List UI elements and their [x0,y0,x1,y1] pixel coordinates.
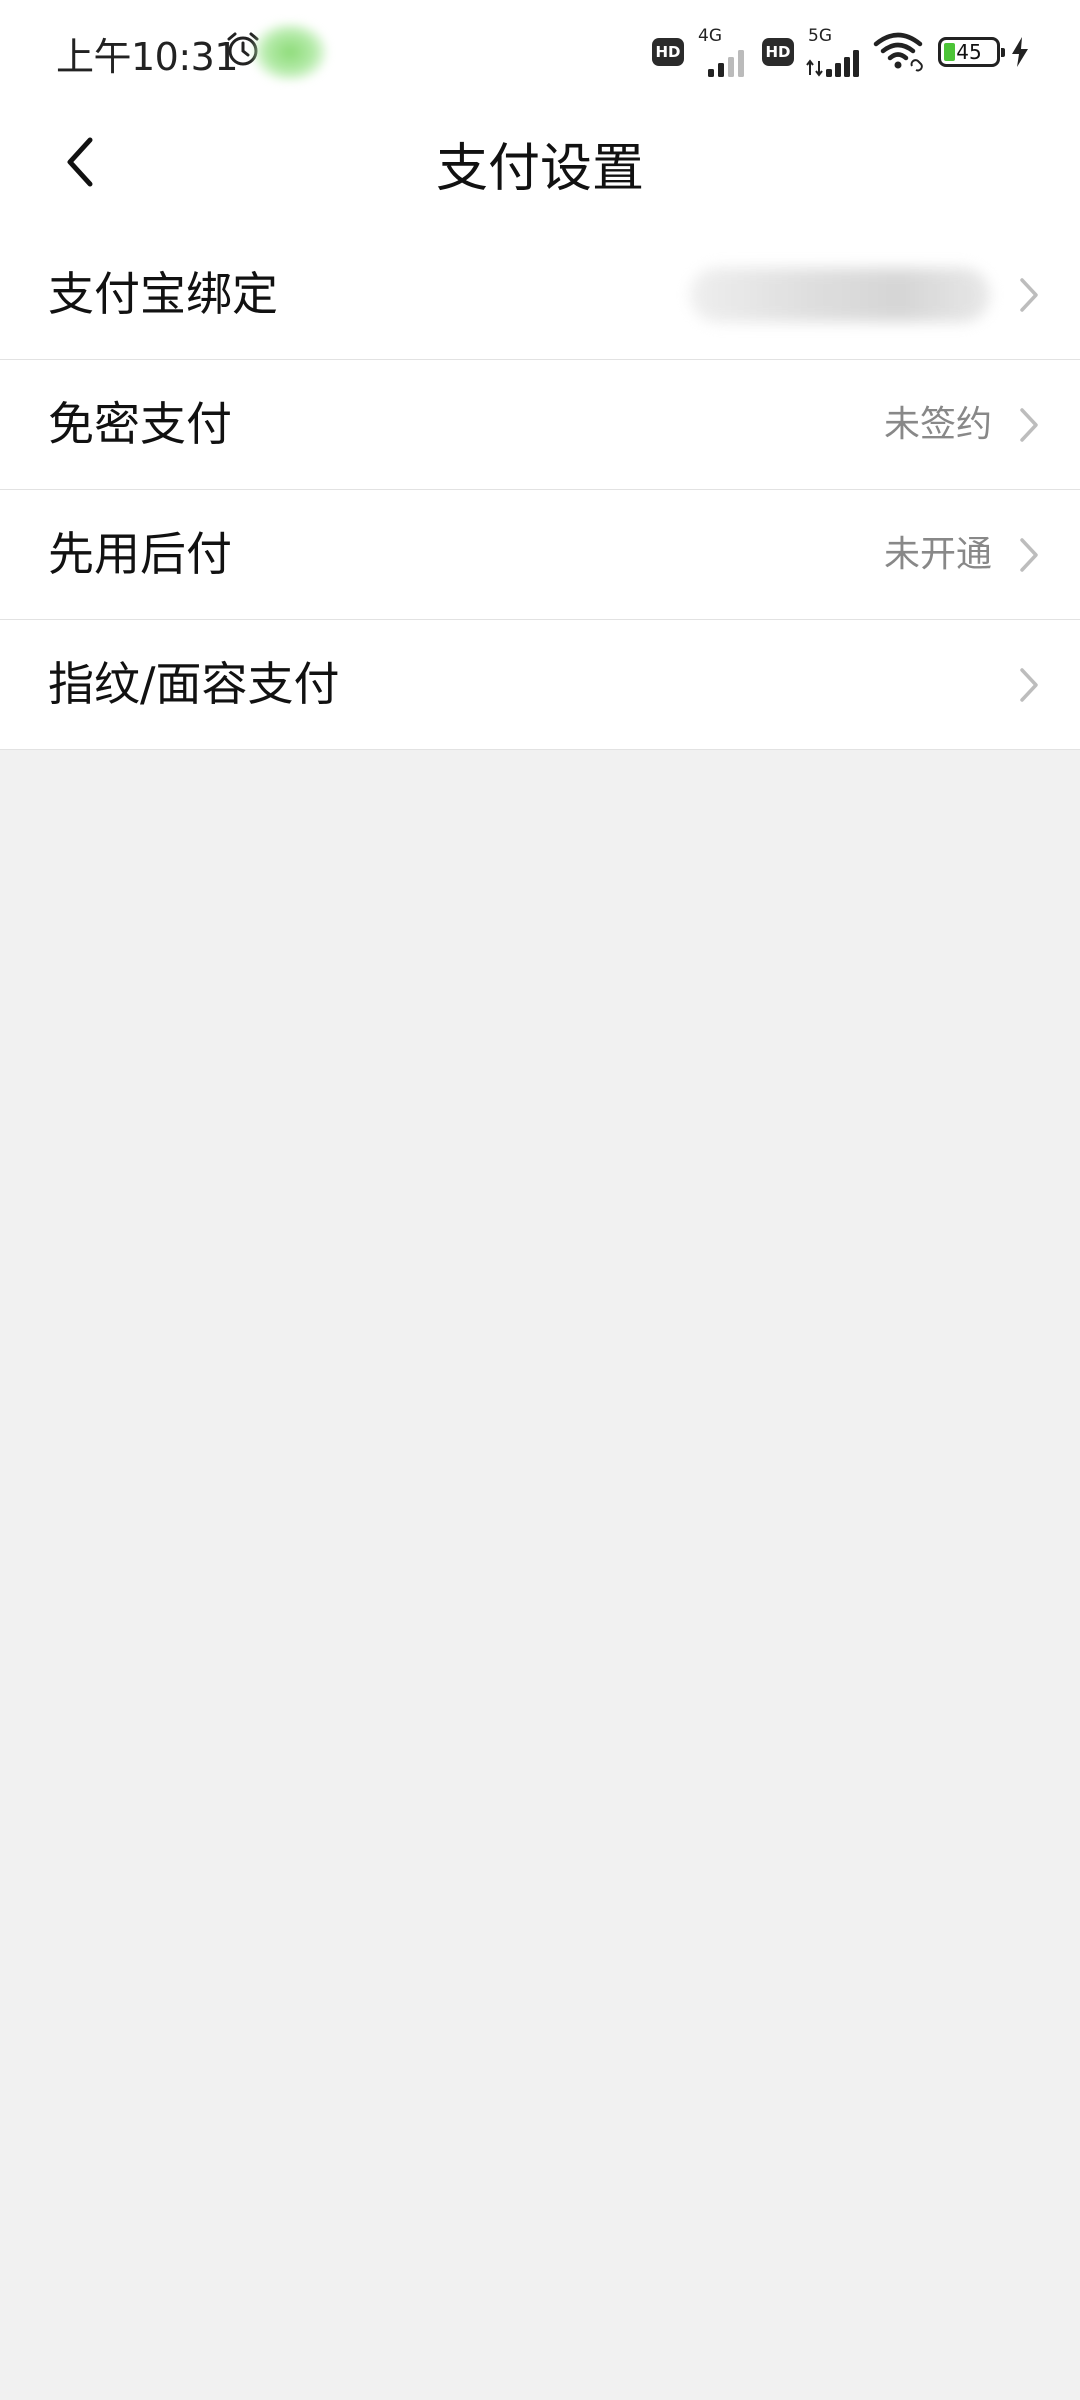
status-time: 上午10:31 [56,35,239,79]
row-label: 支付宝绑定 [48,267,278,321]
status-icons: HD 4G HD 5G 45 [652,24,1030,80]
row-status-value: 未开通 [883,534,992,575]
password-free-payment-row[interactable]: 免密支付 未签约 [0,359,1080,489]
blurred-account-value [690,268,990,322]
battery-level: 45 [956,40,982,64]
wifi-icon [873,32,923,72]
network-type-label: 4G [698,26,722,46]
battery-cap [1001,48,1005,57]
battery-fill [944,43,955,61]
signal-icon: 5G [804,27,862,77]
notification-icon [252,22,328,82]
hd-badge: HD [652,38,684,66]
row-label: 指纹/面容支付 [48,657,340,711]
chevron-right-icon [1020,278,1038,312]
charging-bolt-icon [1012,37,1028,67]
pay-later-row[interactable]: 先用后付 未开通 [0,489,1080,619]
page-title: 支付设置 [435,139,644,199]
chevron-right-icon [1020,408,1038,442]
alipay-binding-row[interactable]: 支付宝绑定 [0,230,1080,359]
row-label: 免密支付 [48,397,232,451]
battery-icon: 45 [938,37,1005,67]
status-bar: 上午10:31 HD 4G HD 5G 45 [0,0,1080,100]
nav-header: 支付设置 [0,100,1080,230]
row-label: 先用后付 [48,527,232,581]
hd-badge: HD [762,38,794,66]
chevron-right-icon [1020,668,1038,702]
settings-list: 支付宝绑定 免密支付 未签约 先用后付 未开通 指纹/面容支付 [0,230,1080,750]
signal-icon: 4G [694,27,752,77]
network-type-label: 5G [808,26,832,46]
row-status-value: 未签约 [883,404,992,445]
chevron-right-icon [1020,538,1038,572]
biometric-payment-row[interactable]: 指纹/面容支付 [0,619,1080,750]
